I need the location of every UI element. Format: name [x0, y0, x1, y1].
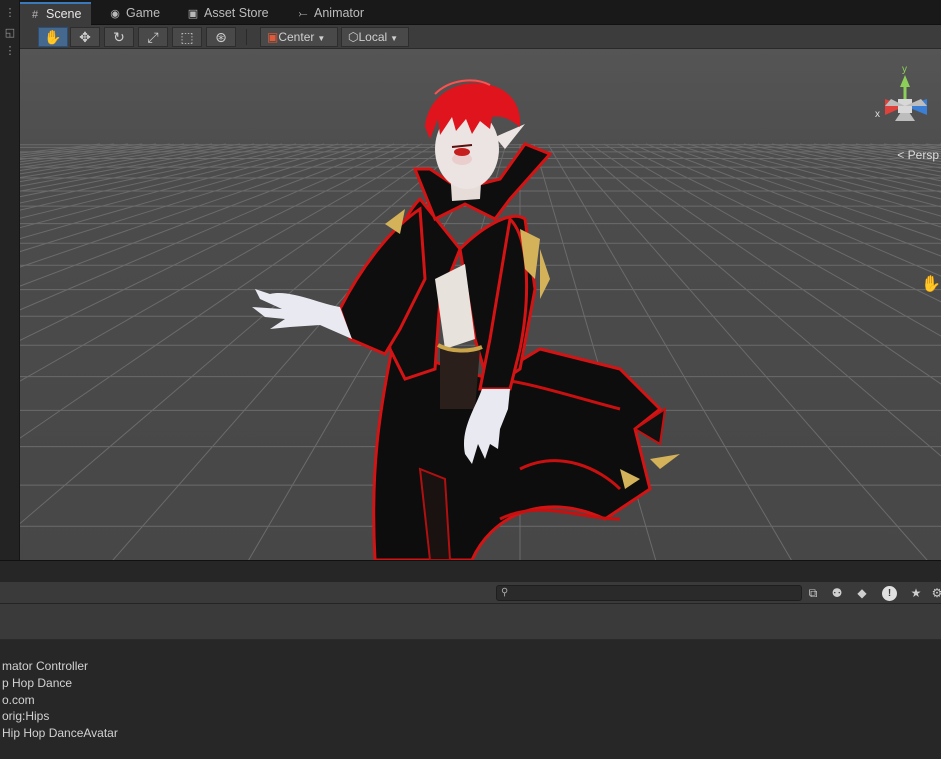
- info-line-avatar: Hip Hop DanceAvatar: [2, 726, 118, 740]
- transform-tool-icon[interactable]: ⊛: [206, 27, 236, 47]
- more-options-icon[interactable]: ⋮: [3, 6, 17, 20]
- tab-game[interactable]: ◉ Game: [100, 2, 170, 25]
- tab-label: Game: [126, 6, 161, 20]
- tab-label: Asset Store: [204, 6, 269, 20]
- scene-viewport[interactable]: y x < Persp ✋: [20, 49, 941, 560]
- cube-icon: ⬡: [348, 30, 359, 44]
- gizmo-x-label: x: [875, 109, 880, 120]
- more-options-icon[interactable]: ⋮: [3, 44, 17, 58]
- pivot-dropdown[interactable]: ▣Center ▼: [260, 27, 338, 47]
- info-icon[interactable]: !: [882, 586, 897, 601]
- grid-icon: #: [31, 9, 39, 21]
- tab-asset-store[interactable]: ▣ Asset Store: [178, 2, 279, 25]
- info-line-controller: mator Controller: [2, 659, 89, 673]
- pivot-icon: ▣: [267, 30, 279, 44]
- info-panel: mator Controller p Hop Dance o.com orig:…: [0, 640, 941, 759]
- hierarchy-icon[interactable]: ⚉: [828, 585, 846, 601]
- console-toolbar: ⚲ ⧉ ⚉ ◆ ! ★ ⚙: [0, 582, 941, 604]
- scale-tool-icon[interactable]: ⤢: [138, 27, 168, 47]
- info-line-root: orig:Hips: [2, 709, 50, 723]
- chevron-down-icon: ▼: [317, 34, 326, 43]
- rotate-tool-icon[interactable]: ↻: [104, 27, 134, 47]
- search-field[interactable]: ⚲: [496, 585, 802, 601]
- gear-icon[interactable]: ⚙: [928, 585, 941, 601]
- star-icon[interactable]: ★: [907, 585, 925, 601]
- orientation-gizmo[interactable]: y x: [871, 61, 941, 139]
- chevron-down-icon: ▼: [390, 34, 399, 43]
- tab-label: Animator: [314, 6, 365, 20]
- panel-divider[interactable]: [0, 560, 941, 582]
- sub-toolbar: [0, 604, 941, 640]
- hand-cursor-icon: ✋: [921, 276, 941, 293]
- search-icon: ⚲: [501, 587, 509, 598]
- toolbar-separator: [246, 29, 247, 45]
- rect-tool-icon[interactable]: ⬚: [172, 27, 202, 47]
- shopping-bag-icon: ▣: [187, 8, 199, 20]
- animator-icon: ⤚: [298, 8, 308, 20]
- move-tool-icon[interactable]: ✥: [70, 27, 100, 47]
- scene-view-icon[interactable]: ⧉: [804, 585, 822, 601]
- info-line-source: o.com: [2, 693, 35, 707]
- scene-canvas: [20, 49, 941, 560]
- projection-toggle[interactable]: < Persp: [897, 148, 939, 162]
- hand-tool-icon[interactable]: ✋: [38, 27, 68, 47]
- gizmo-y-label: y: [902, 64, 907, 75]
- overlay-icon[interactable]: ◱: [3, 26, 17, 40]
- tab-scene[interactable]: # Scene: [20, 2, 92, 25]
- scene-toolbar: ✋ ✥ ↻ ⤢ ⬚ ⊛ ▣Center ▼ ⬡Local ▼: [20, 25, 941, 49]
- tab-animator[interactable]: ⤚ Animator: [288, 2, 374, 25]
- info-line-animation: p Hop Dance: [2, 676, 73, 690]
- pivot-label: Center: [278, 30, 315, 44]
- space-label: Local: [358, 30, 388, 44]
- space-dropdown[interactable]: ⬡Local ▼: [341, 27, 409, 47]
- search-input[interactable]: [513, 586, 799, 600]
- gamepad-icon: ◉: [110, 8, 120, 20]
- editor-tab-bar: # Scene ◉ Game ▣ Asset Store ⤚ Animator: [20, 0, 941, 25]
- tab-label: Scene: [46, 7, 82, 21]
- tag-icon[interactable]: ◆: [853, 585, 871, 601]
- left-gutter: ⋮ ◱ ⋮: [0, 0, 20, 560]
